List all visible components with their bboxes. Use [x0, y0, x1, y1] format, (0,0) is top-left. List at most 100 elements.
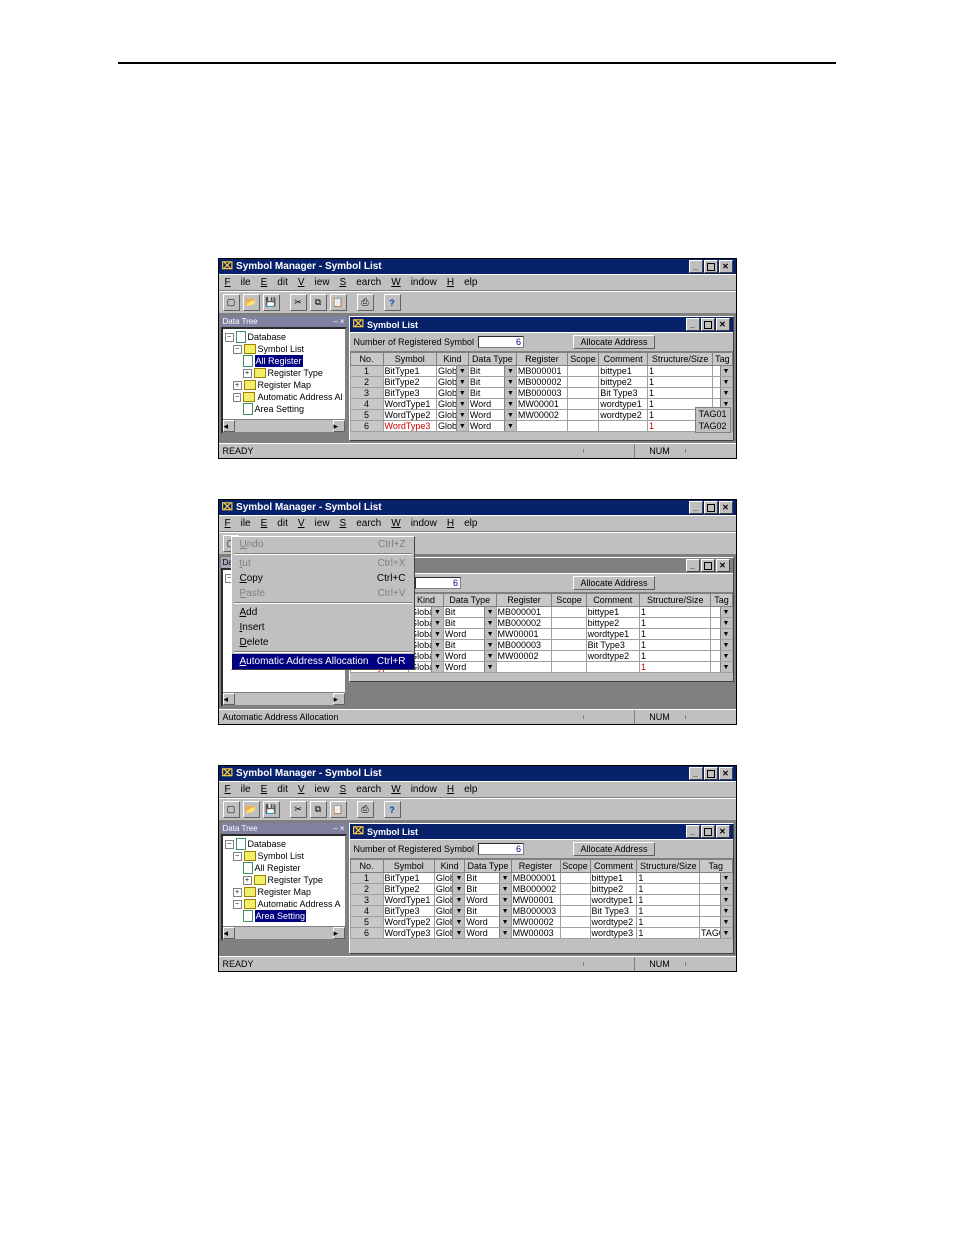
dropdown-icon[interactable]: ▼ [720, 640, 732, 650]
menu-edit[interactable]: Edit [261, 518, 288, 529]
tool-new[interactable]: ▢ [223, 294, 240, 311]
table-row[interactable]: 5WordType2Global▼Word▼MW00002wordtype21▼ [350, 410, 732, 421]
col-comment[interactable]: Comment [586, 594, 639, 607]
dropdown-icon[interactable]: ▼ [720, 873, 732, 883]
dropdown-icon[interactable]: ▼ [484, 607, 496, 617]
allocate-button[interactable]: Allocate Address [573, 335, 654, 349]
main-menu[interactable]: FileEditViewSearchWindowHelp [219, 515, 736, 532]
dropdown-icon[interactable]: ▼ [499, 873, 511, 883]
table-row[interactable]: 1BitType1Global▼Bit▼MB000001bittype11▼ [350, 873, 732, 884]
menu-search[interactable]: Search [340, 784, 382, 795]
dropdown-icon[interactable]: ▼ [484, 662, 496, 672]
minimize-button[interactable]: _ [689, 260, 703, 273]
dropdown-icon[interactable]: ▼ [499, 928, 511, 938]
dock-header[interactable]: Data Tree– × [221, 316, 347, 327]
dropdown-icon[interactable]: ▼ [504, 366, 516, 376]
child-close[interactable]: ✕ [716, 318, 730, 331]
dropdown-icon[interactable]: ▼ [720, 917, 732, 927]
tree-area-setting[interactable]: Area Setting [243, 910, 343, 922]
menu-view[interactable]: View [298, 277, 330, 288]
dropdown-icon[interactable]: ▼ [720, 662, 732, 672]
dropdown-icon[interactable]: ▼ [504, 377, 516, 387]
dropdown-icon[interactable]: ▼ [720, 884, 732, 894]
dropdown-icon[interactable]: ▼ [484, 640, 496, 650]
dropdown-icon[interactable]: ▼ [452, 906, 464, 916]
col-structure-size[interactable]: Structure/Size [648, 353, 713, 366]
menu-file[interactable]: File [225, 277, 251, 288]
col-register[interactable]: Register [516, 353, 567, 366]
dropdown-icon[interactable]: ▼ [720, 895, 732, 905]
col-scope[interactable]: Scope [552, 594, 586, 607]
tool-open[interactable]: 📂 [243, 294, 260, 311]
dropdown-icon[interactable]: ▼ [452, 884, 464, 894]
menu-help[interactable]: Help [447, 518, 478, 529]
menu-search[interactable]: Search [340, 277, 382, 288]
menu-file[interactable]: File [225, 784, 251, 795]
dropdown-icon[interactable]: ▼ [720, 651, 732, 661]
edit-menu-insert[interactable]: Insert [232, 620, 414, 635]
tree-all-register[interactable]: All Register [243, 355, 343, 367]
edit-menu-add[interactable]: Add [232, 605, 414, 620]
col-kind[interactable]: Kind [434, 860, 465, 873]
child-max[interactable] [701, 318, 715, 331]
tree-view[interactable]: −Database −Symbol List All Register +Reg… [223, 329, 345, 419]
edit-menu-copy[interactable]: CopyCtrl+C [232, 571, 414, 586]
table-row[interactable]: 6WordType3Global▼Word▼1▼ [350, 421, 732, 432]
menu-search[interactable]: Search [340, 518, 382, 529]
col-comment[interactable]: Comment [590, 860, 637, 873]
tree-area-setting[interactable]: Area Setting [243, 403, 343, 415]
col-register[interactable]: Register [511, 860, 560, 873]
table-row[interactable]: 1BitType1Global▼Bit▼MB000001bittype11▼ [350, 366, 732, 377]
dropdown-icon[interactable]: ▼ [720, 906, 732, 916]
dropdown-icon[interactable]: ▼ [499, 906, 511, 916]
col-symbol[interactable]: Symbol [383, 353, 437, 366]
table-row[interactable]: 2BitType2Global▼Bit▼MB000002bittype21▼ [350, 377, 732, 388]
edit-menu-popup[interactable]: UndoCtrl+ZtutCtrl+XCopyCtrl+CPasteCtrl+V… [231, 536, 415, 670]
dropdown-icon[interactable]: ▼ [499, 917, 511, 927]
dropdown-icon[interactable]: ▼ [431, 651, 443, 661]
expand-icon[interactable]: − [225, 333, 234, 342]
maximize-button[interactable] [704, 260, 718, 273]
edit-menu-delete[interactable]: Delete [232, 635, 414, 650]
col-data-type[interactable]: Data Type [468, 353, 516, 366]
dropdown-icon[interactable]: ▼ [504, 399, 516, 409]
tool-help[interactable]: ? [384, 294, 401, 311]
dropdown-icon[interactable]: ▼ [504, 388, 516, 398]
col-comment[interactable]: Comment [599, 353, 648, 366]
table-row[interactable]: 3BitType3Global▼Bit▼MB000003Bit Type31▼ [350, 388, 732, 399]
tool-copy[interactable]: ⧉ [310, 294, 327, 311]
menu-edit[interactable]: Edit [261, 277, 288, 288]
dropdown-icon[interactable]: ▼ [720, 366, 732, 376]
dropdown-icon[interactable]: ▼ [720, 377, 732, 387]
col-no-[interactable]: No. [350, 353, 383, 366]
dropdown-icon[interactable]: ▼ [504, 421, 516, 431]
table-row[interactable]: 5WordType2Global▼Word▼MW00002wordtype21▼ [350, 917, 732, 928]
table-row[interactable]: 4WordType1Global▼Word▼MW00001wordtype11▼ [350, 399, 732, 410]
col-data-type[interactable]: Data Type [443, 594, 496, 607]
dropdown-icon[interactable]: ▼ [499, 895, 511, 905]
dropdown-icon[interactable]: ▼ [452, 873, 464, 883]
tag-option[interactable]: TAG02 [696, 420, 730, 432]
col-register[interactable]: Register [496, 594, 552, 607]
table-row[interactable]: 2BitType2Global▼Bit▼MB000002bittype21▼ [350, 884, 732, 895]
dropdown-icon[interactable]: ▼ [456, 399, 468, 409]
tag-option[interactable]: TAG01 [696, 408, 730, 420]
dropdown-icon[interactable]: ▼ [431, 629, 443, 639]
menu-edit[interactable]: Edit [261, 784, 288, 795]
dropdown-icon[interactable]: ▼ [456, 421, 468, 431]
tag-dropdown-popup[interactable]: TAG01 TAG02 [695, 407, 731, 433]
symbol-grid[interactable]: No.SymbolKindData TypeRegisterScopeComme… [350, 859, 733, 939]
dropdown-icon[interactable]: ▼ [452, 928, 464, 938]
dropdown-icon[interactable]: ▼ [720, 629, 732, 639]
dropdown-icon[interactable]: ▼ [431, 662, 443, 672]
dropdown-icon[interactable]: ▼ [499, 884, 511, 894]
dropdown-icon[interactable]: ▼ [484, 629, 496, 639]
dropdown-icon[interactable]: ▼ [456, 377, 468, 387]
dropdown-icon[interactable]: ▼ [720, 607, 732, 617]
tool-print[interactable]: ⎙ [357, 294, 374, 311]
dropdown-icon[interactable]: ▼ [456, 388, 468, 398]
col-no-[interactable]: No. [350, 860, 383, 873]
dropdown-icon[interactable]: ▼ [484, 618, 496, 628]
dropdown-icon[interactable]: ▼ [720, 618, 732, 628]
dropdown-icon[interactable]: ▼ [720, 928, 732, 938]
